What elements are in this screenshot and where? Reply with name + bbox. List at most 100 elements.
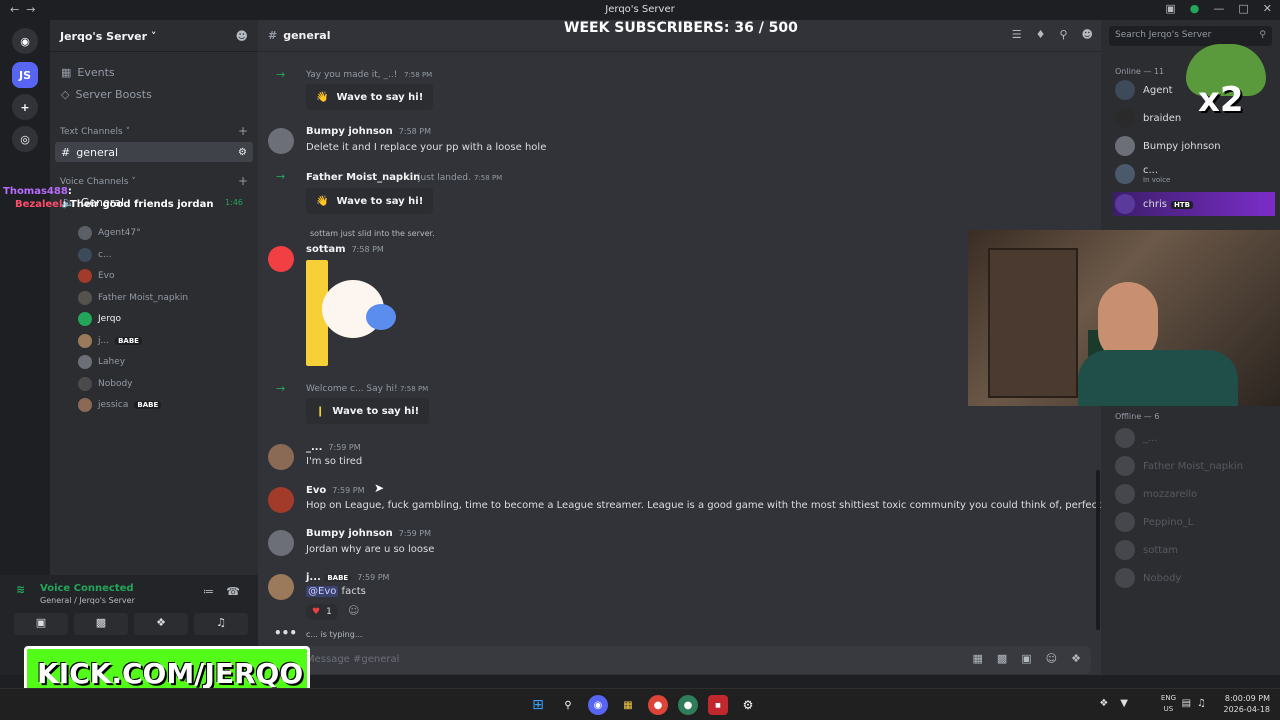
sticker-icon[interactable]: ▣ [1021,652,1031,665]
explore-icon[interactable]: ◎ [12,126,38,152]
avatar[interactable] [268,530,294,556]
volume-icon[interactable]: ♫ [1197,698,1206,709]
author[interactable]: j... [306,572,321,583]
author[interactable]: _... [306,442,322,453]
voice-signal-icon: ≋ [16,583,26,596]
voice-member[interactable]: Father Moist_napkin [78,290,188,305]
voice-member[interactable]: c... [78,247,112,262]
member-item[interactable]: chris HTB [1113,192,1275,216]
member-item[interactable]: Father Moist_napkin [1115,456,1243,476]
soundboard-icon[interactable]: ♫ [194,613,248,635]
member-name: Agent [1143,84,1173,96]
file-explorer-icon[interactable]: ▦ [618,695,638,715]
clock[interactable]: 8:00:09 PM 2026-04-18 [1224,693,1271,715]
voice-location[interactable]: General / Jerqo's Server [40,596,135,605]
inbox-icon[interactable]: ▣ [1165,2,1175,15]
role-tag: HTB [1170,200,1193,209]
chrome-dev-icon[interactable]: ● [678,695,698,715]
voice-member[interactable]: Evo [78,269,115,283]
voice-member[interactable]: Lahey [78,355,125,369]
member-name: sottam [1143,544,1179,556]
author[interactable]: sottam [306,244,346,255]
network-icon[interactable]: ▤ [1182,698,1191,709]
member-item[interactable]: Nobody [1115,568,1181,588]
camera-off-icon[interactable]: ▣ [14,613,68,635]
member-item[interactable]: Peppino_L [1115,512,1193,532]
offline-header: Offline — 6 [1115,412,1160,421]
discord-home-icon[interactable]: ◉ [12,28,38,54]
author[interactable]: Bumpy johnson [306,126,393,137]
avatar[interactable] [268,246,294,272]
obs-voice-icon[interactable]: ■ [708,695,728,715]
add-channel-icon[interactable]: + [238,124,248,138]
screen-share-icon[interactable]: ▩ [74,613,128,635]
sticker-image[interactable] [306,260,402,366]
app-tray-icon[interactable]: ❖ [1099,698,1108,709]
chrome-icon[interactable]: ● [648,695,668,715]
server-name-header[interactable]: Jerqo's Server ˅ ☻ [50,20,258,52]
author[interactable]: Evo [306,485,326,496]
wave-button[interactable]: 👋 Wave to say hi! [306,188,434,214]
emoji-icon[interactable]: ☺ [1046,652,1057,665]
bell-icon[interactable]: ♦ [1036,28,1046,41]
add-voice-channel-icon[interactable]: + [238,174,248,188]
user-mention[interactable]: @Evo [306,586,339,597]
member-item[interactable]: c... In voice [1115,164,1170,184]
avatar[interactable] [268,444,294,470]
members-icon[interactable]: ☻ [1082,28,1093,41]
member-item[interactable]: sottam [1115,540,1178,560]
voice-member[interactable]: jessica BABE [78,398,162,412]
voice-member[interactable]: Nobody [78,376,133,391]
author[interactable]: Bumpy johnson [306,528,393,539]
avatar[interactable] [268,128,294,154]
search-icon[interactable]: ⚲ [558,695,578,715]
discord-icon[interactable]: ◉ [588,695,608,715]
minimize-button[interactable]: — [1213,2,1224,15]
add-server-icon[interactable]: + [12,94,38,120]
voice-member[interactable]: Jerqo [78,312,121,326]
member-item[interactable]: Agent [1115,80,1173,100]
scrollbar[interactable] [1096,470,1100,630]
channel-general[interactable]: # general ⚙ [55,142,253,162]
wave-button[interactable]: ❙ Wave to say hi! [306,398,430,424]
reply-reference[interactable]: sottam just slid into the server. [310,229,435,238]
member-name: Father Moist_napkin [1143,460,1244,472]
reaction[interactable]: ♥ 1 [306,604,338,620]
close-button[interactable]: ✕ [1263,2,1272,15]
activities-icon[interactable]: ❖ [134,613,188,635]
microphone-icon[interactable]: ▼ [1120,698,1128,709]
member-item[interactable]: braiden [1115,108,1181,128]
server-icon-js[interactable]: JS [12,62,38,88]
gif-icon[interactable]: ▩ [997,652,1007,665]
noise-icon[interactable]: ≔ [203,585,214,598]
settings-icon[interactable]: ⚙ [738,695,758,715]
avatar [1115,164,1135,184]
maximize-button[interactable]: □ [1238,2,1248,15]
wave-button[interactable]: 👋 Wave to say hi! [306,84,434,110]
windows-start-icon[interactable]: ⊞ [528,695,548,715]
join-arrow-icon: → [276,170,286,183]
gift-icon[interactable]: ▦ [972,652,982,665]
threads-icon[interactable]: ☰ [1012,28,1022,41]
member-item[interactable]: mozzarello [1115,484,1197,504]
invite-icon[interactable]: ☻ [235,29,248,43]
avatar[interactable] [268,574,294,600]
language-indicator[interactable]: ENG US [1161,693,1176,715]
voice-member[interactable]: j... BABE [78,333,142,348]
message-input[interactable]: Message #general [306,654,399,665]
settings-icon[interactable]: ⚙ [238,147,247,158]
author[interactable]: Father Moist_napkin [306,172,420,183]
voice-member[interactable]: Agent47° [78,226,141,240]
member-item[interactable]: Bumpy johnson [1115,136,1221,156]
text-channels-category[interactable]: Text Channels ˅ [60,127,130,137]
apps-icon[interactable]: ❖ [1071,652,1081,665]
add-reaction-icon[interactable]: ☺ [348,604,359,617]
member-item[interactable]: _... [1115,428,1158,448]
multiplier-badge: x2 [1198,80,1244,120]
avatar[interactable] [268,487,294,513]
events-item[interactable]: ▦ Events [55,62,253,82]
pin-icon[interactable]: ⚲ [1059,28,1067,41]
boosts-item[interactable]: ◇ Server Boosts [55,84,253,104]
help-icon[interactable]: ● [1190,2,1200,15]
disconnect-icon[interactable]: ☎ [226,585,240,598]
